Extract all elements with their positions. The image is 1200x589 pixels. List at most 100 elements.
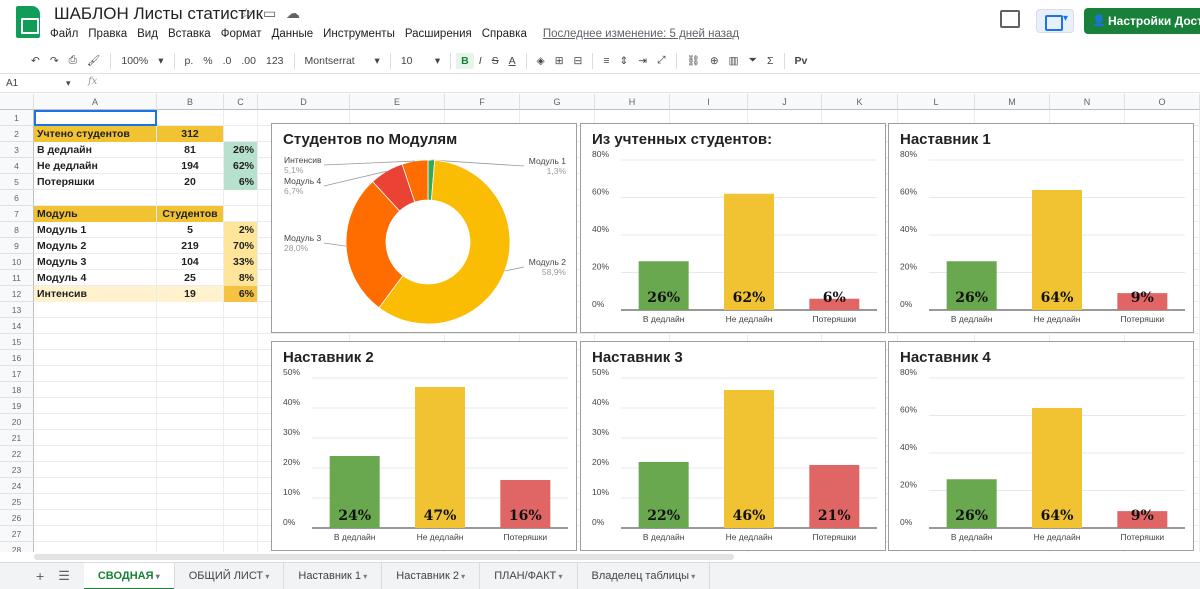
- row-header[interactable]: 18: [0, 382, 34, 398]
- table-cell[interactable]: Студентов: [157, 206, 223, 222]
- column-header[interactable]: A: [34, 94, 157, 110]
- document-title[interactable]: ШАБЛОН Листы статистик: [54, 4, 263, 24]
- chevron-down-icon[interactable]: ▾: [153, 55, 168, 67]
- table-cell[interactable]: 8%: [224, 270, 257, 286]
- table-cell[interactable]: 70%: [224, 238, 257, 254]
- column-header[interactable]: F: [445, 94, 520, 110]
- last-edit-link[interactable]: Последнее изменение: 5 дней назад: [543, 28, 739, 40]
- column-header[interactable]: G: [520, 94, 595, 110]
- row-header[interactable]: 25: [0, 494, 34, 510]
- bar-chart-panel[interactable]: Из учтенных студентов: 0% 20% 40% 60% 80% 26% В…: [580, 123, 886, 333]
- bar[interactable]: [415, 387, 465, 528]
- table-cell[interactable]: 194: [157, 158, 223, 174]
- sheet-tab[interactable]: ПЛАН/ФАКТ: [480, 562, 578, 589]
- font-select[interactable]: Montserrat: [300, 55, 370, 67]
- row-header[interactable]: 11: [0, 270, 34, 286]
- menu-item[interactable]: Расширения: [405, 28, 472, 40]
- table-cell[interactable]: 2%: [224, 222, 257, 238]
- bar-chart-panel[interactable]: Наставник 4 0% 20% 40% 60% 80% 26% В дедлайн 64%…: [888, 341, 1194, 551]
- functions-button[interactable]: Σ: [762, 55, 779, 67]
- comments-icon[interactable]: [1000, 10, 1020, 28]
- paint-format-icon[interactable]: 🖌: [82, 54, 105, 67]
- row-header[interactable]: 3: [0, 142, 34, 158]
- row-header[interactable]: 27: [0, 526, 34, 542]
- table-cell[interactable]: 19: [157, 286, 223, 302]
- column-header[interactable]: N: [1050, 94, 1125, 110]
- chevron-down-icon[interactable]: ▾: [66, 78, 71, 89]
- sheet-tab[interactable]: ОБЩИЙ ЛИСТ: [175, 562, 285, 589]
- menu-item[interactable]: Данные: [272, 28, 314, 40]
- column-header[interactable]: D: [258, 94, 350, 110]
- bold-button[interactable]: B: [456, 52, 474, 69]
- undo-icon[interactable]: ↶: [26, 55, 45, 67]
- insert-link-icon[interactable]: ⛓: [682, 54, 705, 67]
- font-size-select[interactable]: 10: [396, 55, 430, 67]
- table-cell[interactable]: 104: [157, 254, 223, 270]
- table-cell[interactable]: Модуль 3: [34, 254, 156, 270]
- select-all-corner[interactable]: [0, 94, 34, 110]
- table-cell[interactable]: Модуль: [34, 206, 156, 222]
- column-header[interactable]: C: [224, 94, 258, 110]
- column-header[interactable]: K: [822, 94, 898, 110]
- all-sheets-icon[interactable]: ☰: [58, 568, 70, 584]
- filter-icon[interactable]: ⏷: [744, 54, 762, 67]
- table-cell[interactable]: Потеряшки: [34, 174, 156, 190]
- table-cell[interactable]: В дедлайн: [34, 142, 156, 158]
- table-cell[interactable]: Модуль 1: [34, 222, 156, 238]
- share-button[interactable]: Настройки Доступа: [1084, 8, 1200, 34]
- row-header[interactable]: 7: [0, 206, 34, 222]
- menu-item[interactable]: Справка: [482, 28, 527, 40]
- add-sheet-icon[interactable]: +: [36, 568, 44, 584]
- row-header[interactable]: 14: [0, 318, 34, 334]
- text-rotation-icon[interactable]: ⤢: [652, 54, 670, 67]
- star-icon[interactable]: ☆: [240, 5, 253, 22]
- menu-item[interactable]: Вид: [137, 28, 158, 40]
- row-header[interactable]: 4: [0, 158, 34, 174]
- table-cell[interactable]: 62%: [224, 158, 257, 174]
- table-cell[interactable]: 25: [157, 270, 223, 286]
- table-cell[interactable]: Учтено студентов: [34, 126, 156, 142]
- more-formats-button[interactable]: 123: [261, 55, 289, 67]
- cloud-status-icon[interactable]: ☁: [286, 5, 300, 22]
- column-header[interactable]: J: [748, 94, 822, 110]
- bar-chart-panel[interactable]: Наставник 1 0% 20% 40% 60% 80% 26% В дедлайн 64%…: [888, 123, 1194, 333]
- row-header[interactable]: 2: [0, 126, 34, 142]
- column-header[interactable]: I: [670, 94, 748, 110]
- table-cell[interactable]: 5: [157, 222, 223, 238]
- sheet-tab[interactable]: СВОДНАЯ: [83, 562, 175, 589]
- move-folder-icon[interactable]: ▭: [263, 5, 276, 22]
- table-cell[interactable]: Интенсив: [34, 286, 156, 302]
- present-button[interactable]: [1036, 9, 1074, 33]
- horizontal-scrollbar[interactable]: [34, 554, 734, 560]
- row-header[interactable]: 9: [0, 238, 34, 254]
- column-header[interactable]: H: [595, 94, 670, 110]
- row-header[interactable]: 23: [0, 462, 34, 478]
- menu-item[interactable]: Инструменты: [323, 28, 395, 40]
- sheets-logo-icon[interactable]: [16, 6, 40, 38]
- decrease-decimal-button[interactable]: .0: [218, 55, 237, 67]
- increase-decimal-button[interactable]: .00: [236, 55, 261, 67]
- table-cell[interactable]: Модуль 4: [34, 270, 156, 286]
- row-header[interactable]: 19: [0, 398, 34, 414]
- text-color-button[interactable]: A: [504, 55, 521, 67]
- row-header[interactable]: 13: [0, 302, 34, 318]
- sheet-tab[interactable]: Наставник 1: [284, 562, 383, 589]
- row-header[interactable]: 28: [0, 542, 34, 552]
- column-header[interactable]: L: [898, 94, 975, 110]
- row-header[interactable]: 15: [0, 334, 34, 350]
- menu-item[interactable]: Файл: [50, 28, 78, 40]
- column-header[interactable]: E: [350, 94, 445, 110]
- row-header[interactable]: 20: [0, 414, 34, 430]
- zoom-select[interactable]: 100%: [116, 55, 153, 67]
- row-header[interactable]: 21: [0, 430, 34, 446]
- strikethrough-button[interactable]: S: [487, 55, 504, 67]
- insert-comment-icon[interactable]: ⊕: [705, 55, 724, 67]
- column-header[interactable]: O: [1125, 94, 1200, 110]
- bar-chart-panel[interactable]: Наставник 3 0% 10% 20% 30% 40% 50% 22% В дедлайн…: [580, 341, 886, 551]
- modules-donut-chart[interactable]: Студентов по Модулям Модуль 1 1,3% Модуль 2…: [271, 123, 577, 333]
- column-header[interactable]: M: [975, 94, 1050, 110]
- insert-chart-icon[interactable]: ▥: [724, 55, 744, 67]
- row-header[interactable]: 6: [0, 190, 34, 206]
- sheet-tab[interactable]: Владелец таблицы: [578, 562, 711, 589]
- print-icon[interactable]: ⎙: [64, 54, 82, 67]
